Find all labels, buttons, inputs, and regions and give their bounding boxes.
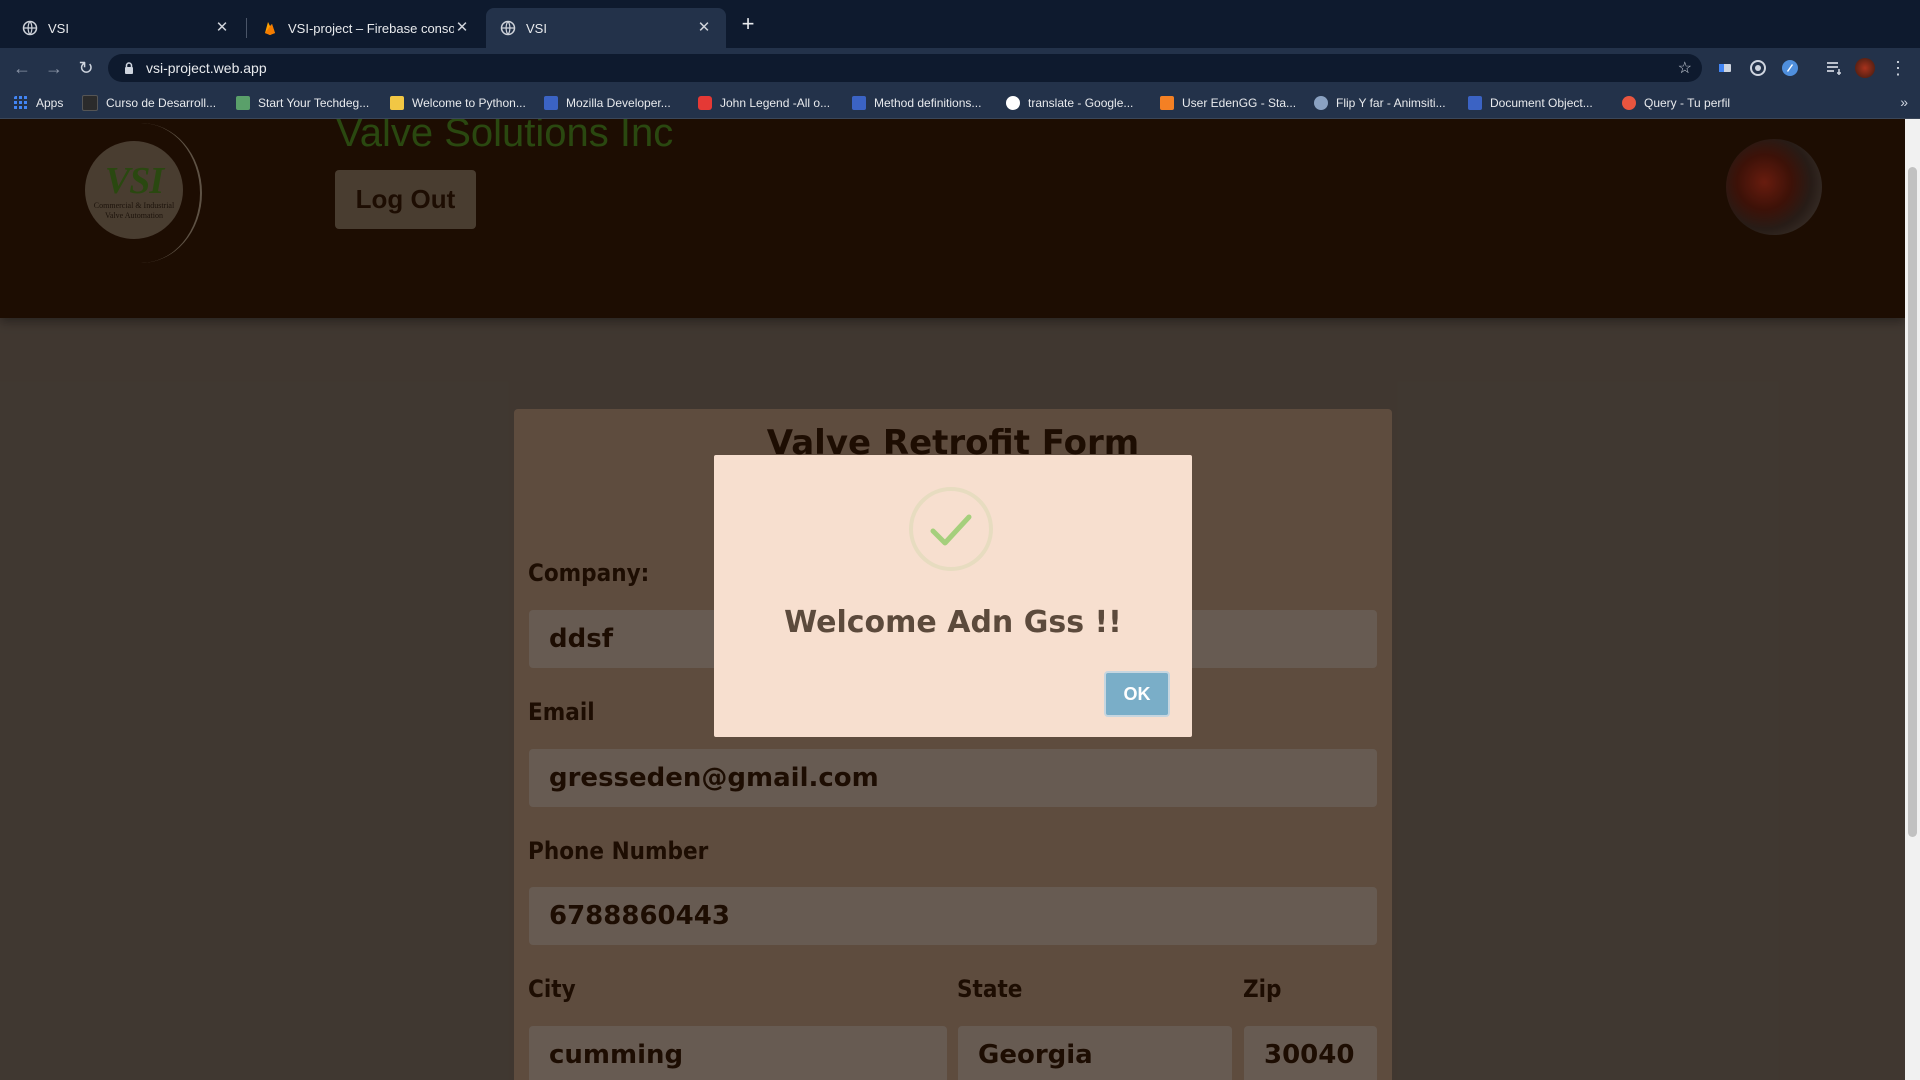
browser-tab-bar: VSI ✕ VSI-project – Firebase console ✕ V… [0, 0, 1920, 48]
bookmark-label: Method definitions... [874, 96, 982, 110]
bookmark-favicon-icon [82, 95, 98, 111]
browser-menu-icon[interactable]: ⋮ [1888, 58, 1908, 78]
browser-toolbar: ← → ↻ vsi-project.web.app ☆ ⋮ [0, 48, 1920, 88]
bookmark-item[interactable]: Flip Y far - Animsiti... [1314, 94, 1446, 112]
bookmark-label: Flip Y far - Animsiti... [1336, 96, 1446, 110]
stackoverflow-icon [1160, 96, 1174, 110]
bookmark-apps[interactable]: Apps [14, 94, 63, 112]
globe-icon [1314, 96, 1328, 110]
tab-title: VSI [48, 20, 69, 36]
globe-icon [22, 20, 38, 36]
bookmark-star-icon[interactable]: ☆ [1678, 58, 1692, 78]
bookmark-item[interactable]: Start Your Techdeg... [236, 94, 369, 112]
ok-button[interactable]: OK [1104, 671, 1170, 717]
success-check-icon [909, 487, 993, 571]
more-bookmarks-icon[interactable]: » [1900, 94, 1908, 110]
reload-icon[interactable]: ↻ [74, 56, 98, 80]
bookmark-item[interactable]: Method definitions... [852, 94, 981, 112]
bookmark-item[interactable]: Query - Tu perfil [1622, 94, 1730, 112]
tab-title: VSI [526, 20, 547, 36]
close-tab-icon[interactable]: ✕ [696, 20, 712, 36]
bookmark-label: Mozilla Developer... [566, 96, 671, 110]
bookmark-item[interactable]: Welcome to Python... [390, 94, 526, 112]
bookmark-item[interactable]: Curso de Desarroll... [82, 94, 216, 112]
bookmark-label: Apps [36, 96, 64, 110]
browser-tab[interactable]: VSI ✕ [8, 8, 244, 48]
extension-icon[interactable] [1716, 58, 1736, 78]
target-extension-icon[interactable] [1748, 58, 1768, 78]
close-tab-icon[interactable]: ✕ [454, 20, 470, 36]
bookmark-label: Document Object... [1490, 96, 1593, 110]
lock-icon [125, 62, 133, 74]
browser-tab-active[interactable]: VSI ✕ [486, 8, 726, 48]
bookmark-label: John Legend -All o... [720, 96, 831, 110]
address-bar[interactable]: vsi-project.web.app ☆ [108, 54, 1702, 82]
bookmark-label: User EdenGG - Sta... [1182, 96, 1297, 110]
bookmark-item[interactable]: Document Object... [1468, 94, 1593, 112]
scrollbar-thumb[interactable] [1908, 167, 1917, 837]
bookmark-item[interactable]: Mozilla Developer... [544, 94, 671, 112]
bookmark-favicon-icon [236, 96, 250, 110]
bookmark-label: Start Your Techdeg... [258, 96, 370, 110]
bookmark-favicon-icon [852, 96, 866, 110]
globe-icon [500, 20, 516, 36]
dialog-title: Welcome Adn Gss !! [784, 605, 1122, 640]
bookmark-item[interactable]: User EdenGG - Sta... [1160, 94, 1296, 112]
compass-extension-icon[interactable] [1780, 58, 1800, 78]
google-icon [1006, 96, 1020, 110]
youtube-icon [698, 96, 712, 110]
profile-avatar-icon[interactable] [1855, 58, 1875, 78]
bookmark-label: Query - Tu perfil [1644, 96, 1731, 110]
bookmarks-bar: Apps Curso de Desarroll... Start Your Te… [0, 88, 1920, 119]
bookmark-label: Welcome to Python... [412, 96, 526, 110]
bookmark-favicon-icon [1468, 96, 1482, 110]
page-viewport: VSI Commercial & Industrial Valve Automa… [0, 119, 1905, 1080]
welcome-dialog: Welcome Adn Gss !! OK [714, 455, 1192, 737]
url-text: vsi-project.web.app [146, 60, 267, 76]
bookmark-item[interactable]: translate - Google... [1006, 94, 1133, 112]
tab-separator [246, 18, 247, 38]
new-tab-button[interactable]: + [736, 12, 760, 36]
firebase-icon [265, 22, 275, 35]
python-icon [390, 96, 404, 110]
bookmark-label: translate - Google... [1028, 96, 1134, 110]
apps-grid-icon [14, 96, 27, 109]
bookmark-favicon-icon [1622, 96, 1636, 110]
reading-list-icon[interactable] [1824, 58, 1844, 78]
tab-title: VSI-project – Firebase console [288, 20, 454, 36]
bookmark-favicon-icon [544, 96, 558, 110]
page-scrollbar[interactable] [1905, 119, 1920, 1080]
browser-tab[interactable]: VSI-project – Firebase console ✕ [248, 8, 484, 48]
back-arrow-icon[interactable]: ← [10, 56, 34, 80]
bookmark-item[interactable]: John Legend -All o... [698, 94, 830, 112]
forward-arrow-icon[interactable]: → [42, 56, 66, 80]
bookmark-label: Curso de Desarroll... [106, 96, 217, 110]
close-tab-icon[interactable]: ✕ [214, 20, 230, 36]
